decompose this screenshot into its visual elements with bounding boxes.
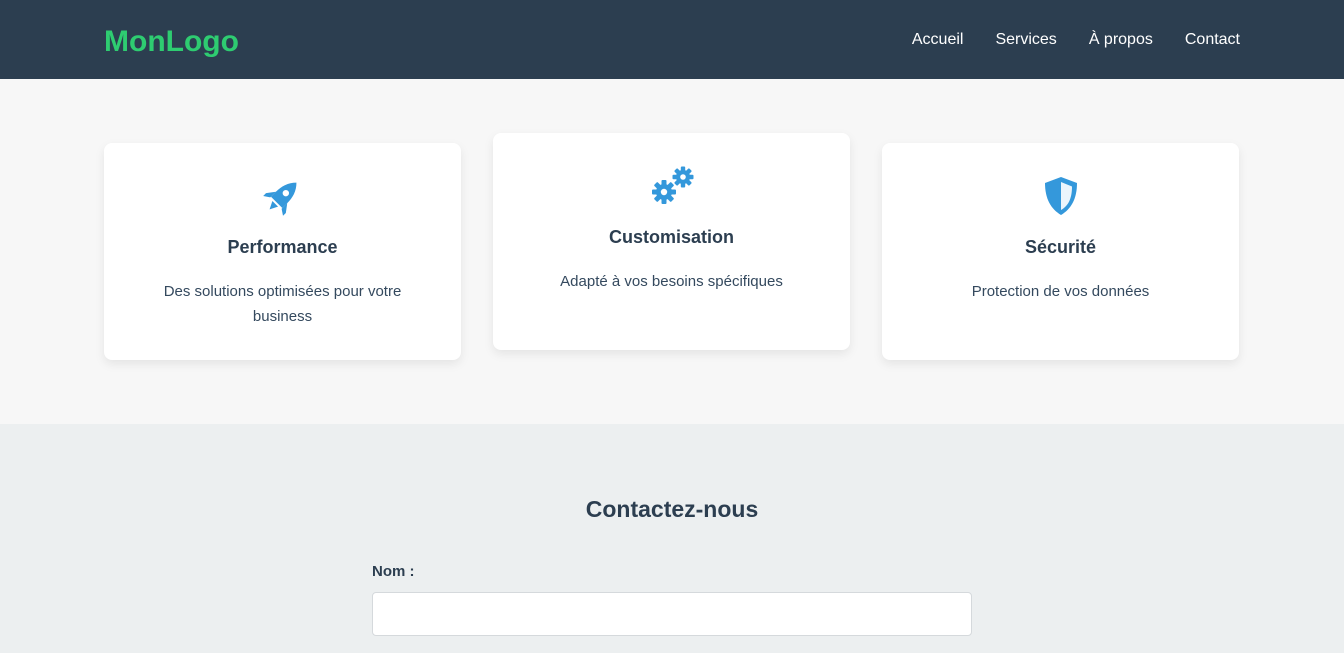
nav-link-services[interactable]: Services [995,29,1056,51]
gears-icon [650,164,694,208]
contact-section: Contactez-nous Nom : [0,424,1344,653]
features-section: Performance Des solutions optimisées pou… [0,79,1344,424]
feature-title: Performance [227,237,338,257]
main-nav: Accueil Services À propos Contact [912,29,1240,51]
feature-card-customisation: Customisation Adapté à vos besoins spéci… [493,133,850,350]
nav-link-a-propos[interactable]: À propos [1089,29,1153,51]
feature-description: Adapté à vos besoins spécifiques [560,273,783,290]
feature-card-performance: Performance Des solutions optimisées pou… [104,143,461,360]
name-label: Nom : [372,563,415,580]
site-logo[interactable]: MonLogo [104,24,239,60]
nav-link-contact[interactable]: Contact [1185,29,1240,51]
top-navbar: MonLogo Accueil Services À propos Contac… [0,0,1344,79]
feature-title: Sécurité [1024,237,1097,257]
feature-title: Customisation [608,227,734,247]
nav-link-accueil[interactable]: Accueil [912,29,964,51]
contact-title: Contactez-nous [585,496,759,522]
rocket-icon [261,174,305,218]
feature-description: Protection de vos données [971,283,1150,300]
feature-card-securite: Sécurité Protection de vos données [882,143,1239,360]
name-input[interactable] [372,592,972,636]
feature-description: Des solutions optimisées pour votre busi… [163,283,402,325]
shield-icon [1039,174,1083,218]
